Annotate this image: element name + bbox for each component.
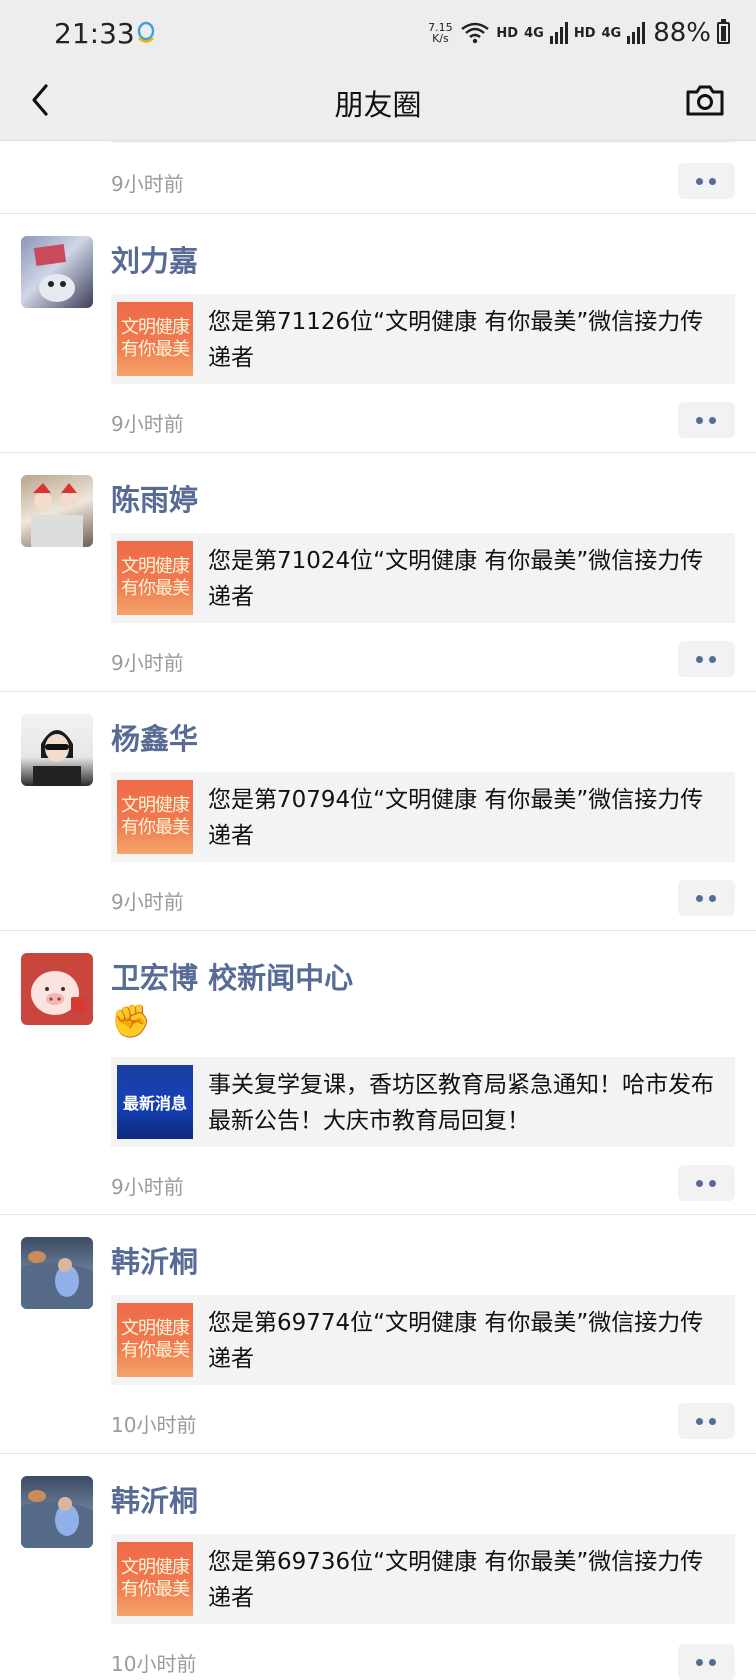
- status-time: 21:33: [54, 17, 135, 50]
- signal-bars-icon: [627, 22, 646, 44]
- more-actions-button[interactable]: [678, 880, 735, 916]
- status-indicators: 7.15 K/s HD 4G HD 4G 88%: [426, 16, 730, 50]
- avatar[interactable]: [21, 714, 93, 786]
- share-thumbnail: 文明健康 有你最美: [117, 1542, 193, 1616]
- share-thumbnail: 文明健康 有你最美: [117, 302, 193, 376]
- poster-name[interactable]: 韩沂桐: [111, 1239, 198, 1281]
- moment-post: 卫宏博 校新闻中心 ✊ 最新消息 事关复学复课，香坊区教育局紧急通知！哈市发布最…: [0, 931, 756, 1214]
- share-thumbnail: 文明健康 有你最美: [117, 541, 193, 615]
- moment-post: 韩沂桐 文明健康 有你最美 您是第69774位“文明健康 有你最美”微信接力传递…: [0, 1215, 756, 1453]
- network-speed: 7.15 K/s: [426, 22, 454, 44]
- thumb-text-line1: 文明健康: [121, 317, 190, 338]
- post-time: 9小时前: [111, 412, 184, 436]
- poster-name[interactable]: 刘力嘉: [111, 238, 198, 280]
- post-emoji: ✊: [111, 1002, 151, 1040]
- avatar[interactable]: [21, 1237, 93, 1309]
- thumb-text-line2: 有你最美: [121, 817, 190, 838]
- signal-4g-1: 4G: [524, 25, 544, 41]
- battery-icon: [717, 19, 730, 44]
- more-actions-button[interactable]: [678, 1644, 735, 1680]
- moment-post: 韩沂桐 文明健康 有你最美 您是第69736位“文明健康 有你最美”微信接力传递…: [0, 1454, 756, 1680]
- nav-bar: 朋友圈: [0, 64, 756, 141]
- page-title: 朋友圈: [334, 88, 422, 122]
- avatar[interactable]: [21, 236, 93, 308]
- share-thumbnail: 最新消息: [117, 1065, 193, 1139]
- status-bar: 21:33 7.15 K/s HD 4G HD 4G 88%: [0, 0, 756, 64]
- battery-percent: 88%: [653, 18, 711, 48]
- post-time: 9小时前: [111, 651, 184, 675]
- poster-name[interactable]: 杨鑫华: [111, 716, 198, 758]
- poster-name[interactable]: 陈雨婷: [111, 477, 198, 519]
- thumb-text-line1: 文明健康: [121, 1557, 190, 1578]
- thumb-text-line1: 文明健康: [121, 556, 190, 577]
- more-actions-button[interactable]: [678, 163, 735, 199]
- share-card[interactable]: 文明健康 有你最美 您是第69774位“文明健康 有你最美”微信接力传递者: [111, 1295, 735, 1385]
- share-title: 您是第69774位“文明健康 有你最美”微信接力传递者: [208, 1310, 704, 1372]
- partial-share-card: [111, 141, 735, 143]
- thumb-text-line2: 有你最美: [121, 339, 190, 360]
- share-card[interactable]: 文明健康 有你最美 您是第71024位“文明健康 有你最美”微信接力传递者: [111, 533, 735, 623]
- post-time: 10小时前: [111, 1652, 197, 1676]
- signal-4g-2: 4G: [601, 25, 622, 41]
- post-time: 9小时前: [111, 1175, 184, 1199]
- post-time: 9小时前: [111, 172, 184, 196]
- thumb-text-line1: 文明健康: [121, 1318, 190, 1339]
- post-time: 10小时前: [111, 1413, 197, 1437]
- camera-icon[interactable]: [680, 76, 730, 126]
- thumb-label: 最新消息: [122, 1094, 187, 1113]
- share-card[interactable]: 最新消息 事关复学复课，香坊区教育局紧急通知！哈市发布最新公告！大庆市教育局回复…: [111, 1057, 735, 1147]
- share-title: 事关复学复课，香坊区教育局紧急通知！哈市发布最新公告！大庆市教育局回复！: [208, 1072, 714, 1134]
- avatar[interactable]: [21, 953, 93, 1025]
- more-actions-button[interactable]: [678, 641, 735, 677]
- thumb-text-line2: 有你最美: [121, 1340, 190, 1361]
- share-card[interactable]: 文明健康 有你最美 您是第70794位“文明健康 有你最美”微信接力传递者: [111, 772, 735, 862]
- wifi-icon: [461, 22, 490, 44]
- share-title: 您是第71126位“文明健康 有你最美”微信接力传递者: [208, 309, 704, 371]
- moment-post: 杨鑫华 文明健康 有你最美 您是第70794位“文明健康 有你最美”微信接力传递…: [0, 692, 756, 930]
- moment-post: 刘力嘉 文明健康 有你最美 您是第71126位“文明健康 有你最美”微信接力传递…: [0, 214, 756, 452]
- thumb-text-line2: 有你最美: [121, 578, 190, 599]
- share-title: 您是第69736位“文明健康 有你最美”微信接力传递者: [208, 1549, 704, 1611]
- poster-name[interactable]: 韩沂桐: [111, 1478, 198, 1520]
- avatar[interactable]: [21, 475, 93, 547]
- share-thumbnail: 文明健康 有你最美: [117, 780, 193, 854]
- share-card[interactable]: 文明健康 有你最美 您是第69736位“文明健康 有你最美”微信接力传递者: [111, 1534, 735, 1624]
- hd-badge-1: HD: [496, 25, 519, 41]
- more-actions-button[interactable]: [678, 402, 735, 438]
- signal-bars-icon: [549, 22, 568, 44]
- moment-post: 陈雨婷 文明健康 有你最美 您是第71024位“文明健康 有你最美”微信接力传递…: [0, 453, 756, 691]
- share-card[interactable]: 文明健康 有你最美 您是第71126位“文明健康 有你最美”微信接力传递者: [111, 294, 735, 384]
- hd-badge-2: HD: [573, 25, 596, 41]
- post-time: 9小时前: [111, 890, 184, 914]
- thumb-text-line2: 有你最美: [121, 1579, 190, 1600]
- more-actions-button[interactable]: [678, 1165, 735, 1201]
- share-title: 您是第71024位“文明健康 有你最美”微信接力传递者: [208, 548, 704, 610]
- poster-name[interactable]: 卫宏博 校新闻中心: [111, 955, 353, 997]
- avatar[interactable]: [21, 1476, 93, 1548]
- thumb-text-line1: 文明健康: [121, 795, 190, 816]
- share-thumbnail: 文明健康 有你最美: [117, 1303, 193, 1377]
- more-actions-button[interactable]: [678, 1403, 735, 1439]
- share-title: 您是第70794位“文明健康 有你最美”微信接力传递者: [208, 787, 704, 849]
- network-speed-unit: K/s: [432, 32, 449, 45]
- qq-notification-icon: [137, 21, 155, 43]
